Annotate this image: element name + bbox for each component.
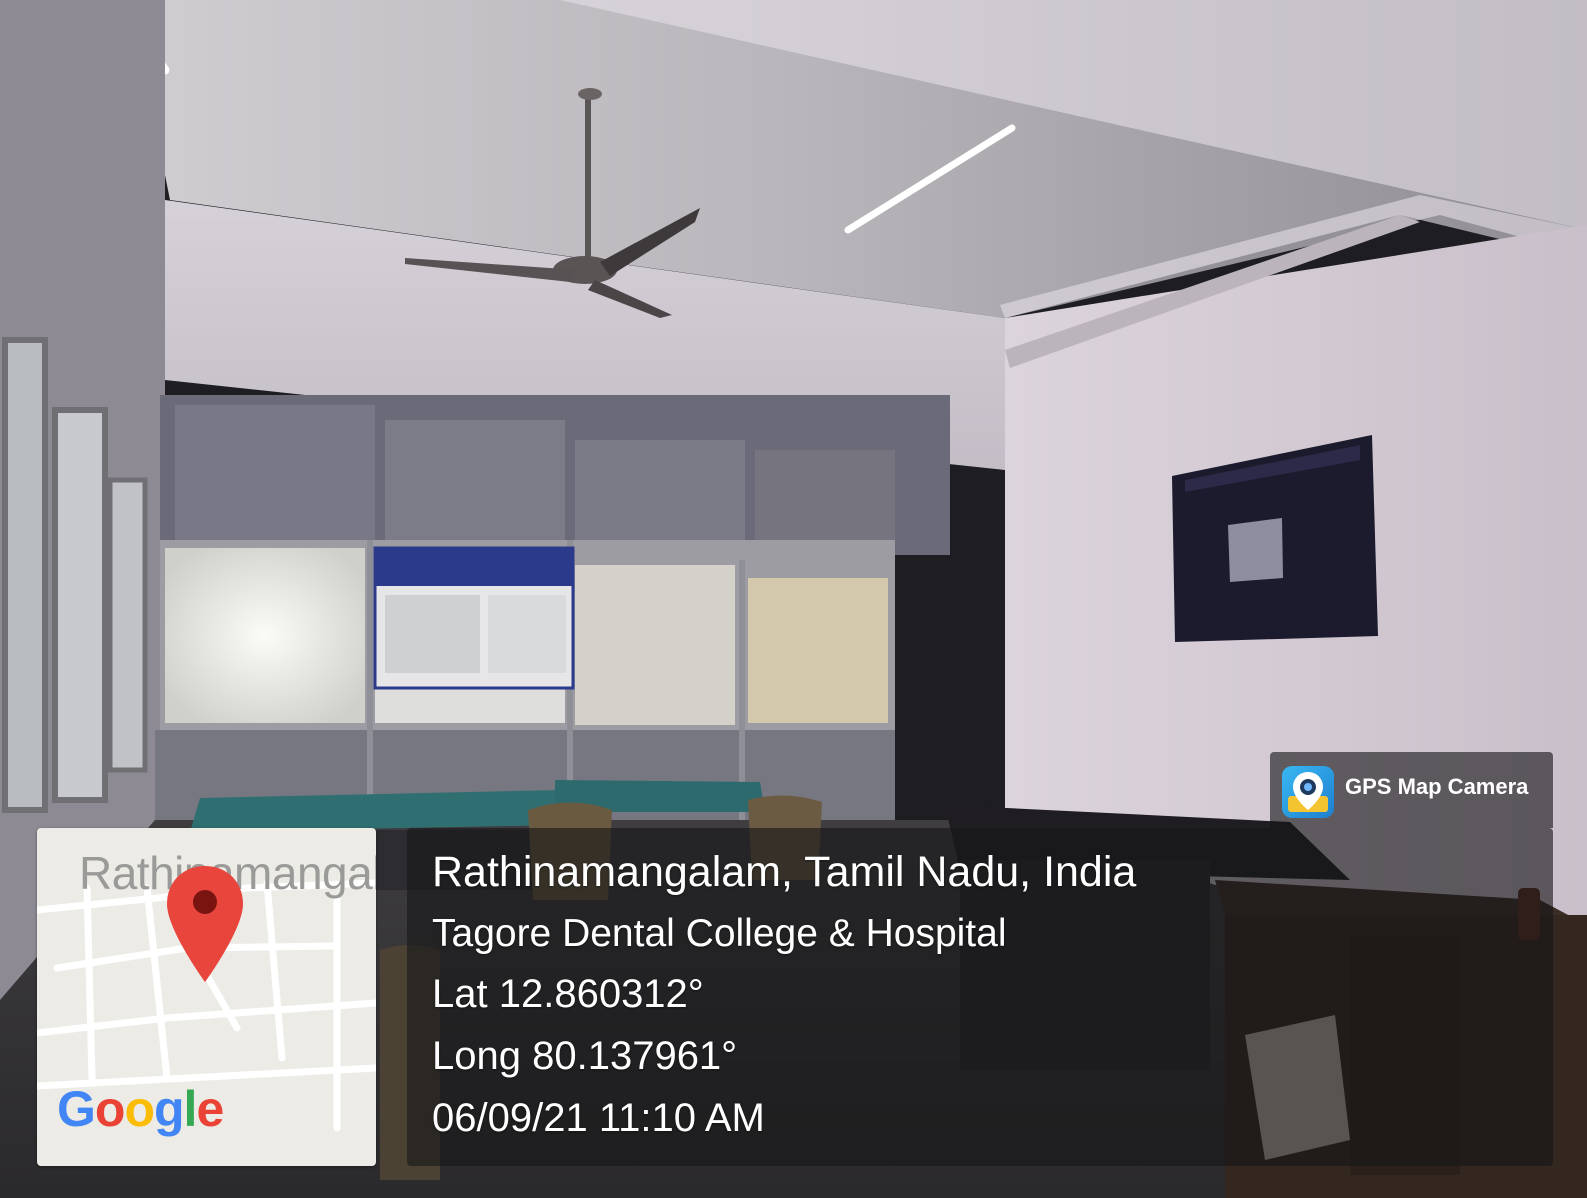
place-text: Rathinamangalam, Tamil Nadu, India — [432, 848, 1137, 896]
venue-text: Tagore Dental College & Hospital — [432, 912, 1007, 955]
map-thumbnail: Rathinamangalam Google — [37, 828, 376, 1166]
google-logo-letter: l — [183, 1081, 198, 1137]
longitude-text: Long 80.137961° — [432, 1034, 738, 1078]
gps-map-camera-icon — [1282, 766, 1334, 818]
google-logo: Google — [57, 1080, 224, 1138]
map-pin-icon — [167, 866, 243, 982]
gps-map-camera-badge: GPS Map Camera — [1270, 752, 1553, 828]
latitude-text: Lat 12.860312° — [432, 972, 704, 1016]
google-logo-letter: e — [196, 1081, 224, 1137]
location-info-panel: Rathinamangalam, Tamil Nadu, India Tagor… — [407, 828, 1553, 1166]
google-logo-letter: o — [124, 1081, 155, 1137]
google-logo-letter: g — [154, 1081, 185, 1137]
timestamp-text: 06/09/21 11:10 AM — [432, 1096, 765, 1140]
google-logo-letter: G — [57, 1081, 96, 1137]
gps-app-name: GPS Map Camera — [1345, 774, 1529, 799]
google-logo-letter: o — [94, 1081, 126, 1137]
